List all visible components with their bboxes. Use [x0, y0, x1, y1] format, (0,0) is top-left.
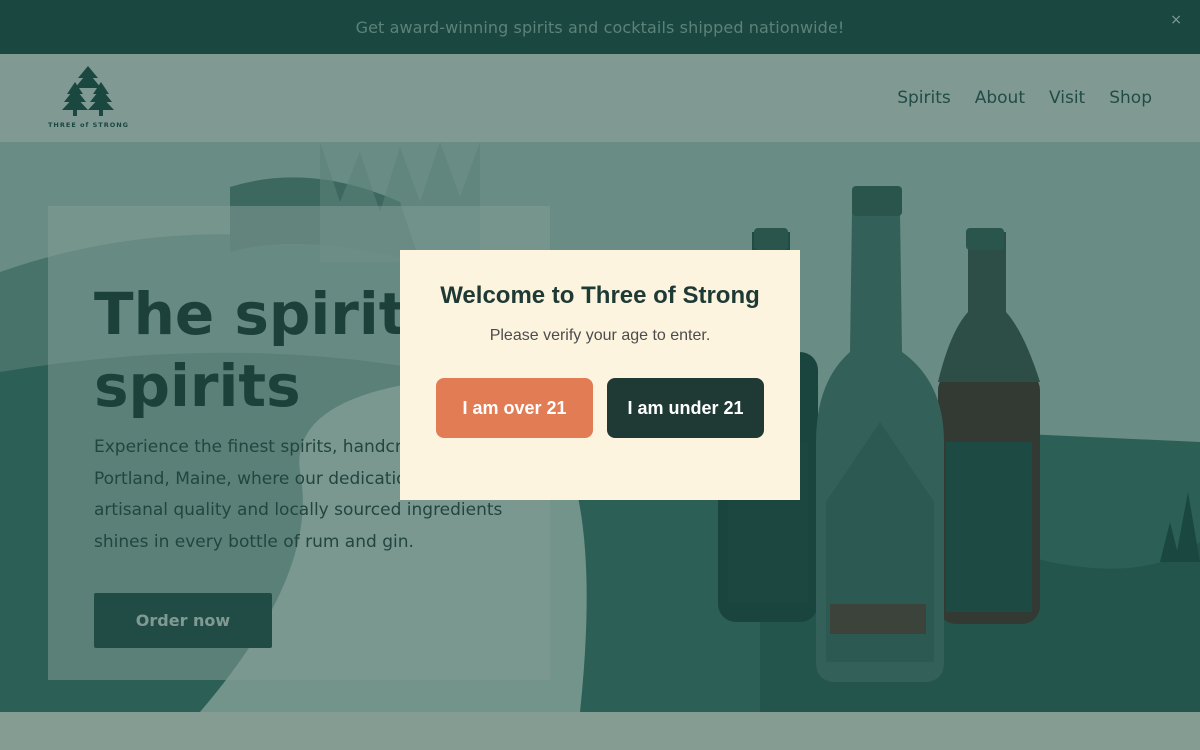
modal-title: Welcome to Three of Strong: [440, 282, 760, 309]
age-verification-modal: Welcome to Three of Strong Please verify…: [400, 250, 800, 500]
under-21-button[interactable]: I am under 21: [607, 378, 764, 438]
over-21-button[interactable]: I am over 21: [436, 378, 593, 438]
modal-subtitle: Please verify your age to enter.: [489, 327, 711, 344]
